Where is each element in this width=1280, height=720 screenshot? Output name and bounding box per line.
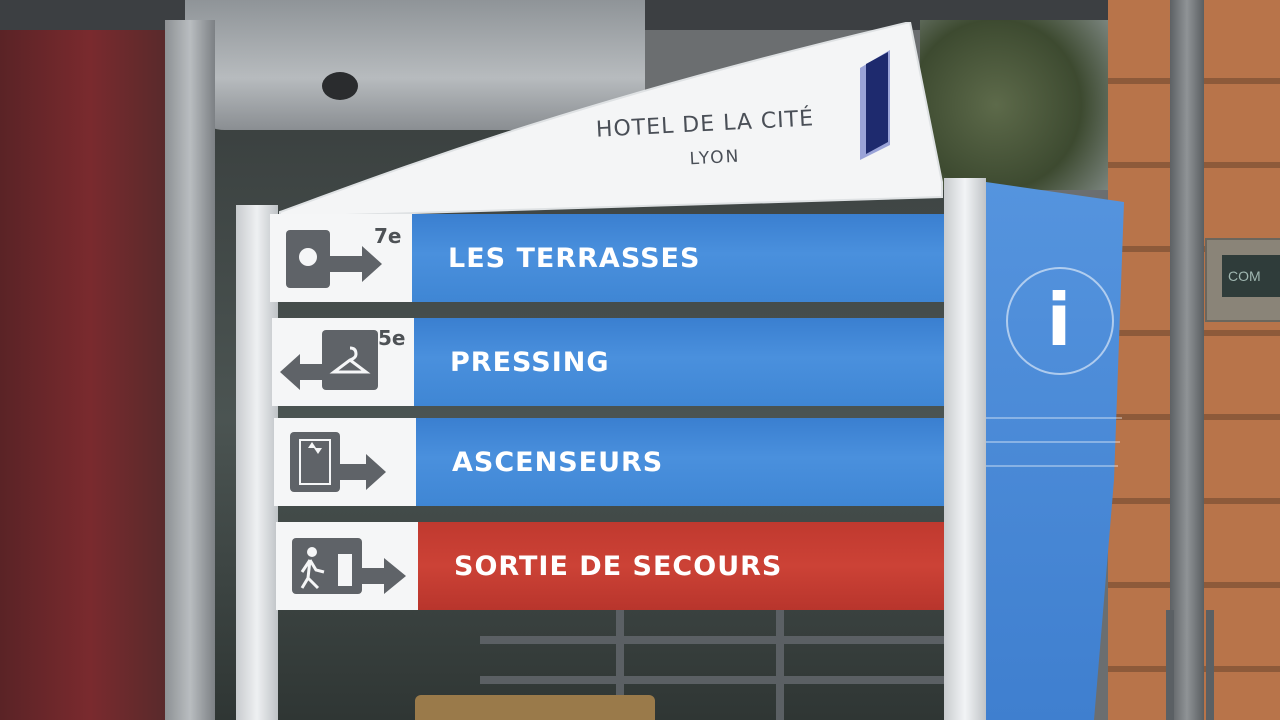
- wall-plaque-text: COM: [1222, 255, 1280, 297]
- sign-row-ascenseurs: ASCENSEURS: [274, 418, 944, 506]
- sign-label: ASCENSEURS: [452, 446, 664, 478]
- sign-label: LES TERRASSES: [448, 242, 701, 274]
- sign-label-panel: ASCENSEURS: [416, 418, 944, 506]
- sign-row-sortie-de-secours: SORTIE DE SECOURS: [276, 522, 944, 610]
- sign-icon-panel: [274, 418, 418, 506]
- emergency-exit-arrow-right-icon: [292, 538, 406, 594]
- sign-label-panel: LES TERRASSES: [412, 214, 944, 302]
- floor-number: 5e: [378, 326, 406, 350]
- sign-label: PRESSING: [450, 346, 610, 378]
- door-frame: [165, 20, 215, 720]
- info-icon: i: [1046, 278, 1072, 362]
- planter: [415, 695, 655, 720]
- info-panel: [986, 182, 1124, 720]
- sign-post-right: [944, 178, 986, 720]
- elevator-arrow-right-icon: [290, 432, 386, 492]
- sign-icon-panel: 7e: [270, 214, 414, 302]
- sign-row-pressing: 5e PRESSING: [272, 318, 944, 406]
- hotel-logo-icon: [860, 50, 890, 160]
- sign-label-panel: PRESSING: [414, 318, 944, 406]
- sign-icon-panel: 5e: [272, 318, 416, 406]
- sign-icon-panel: [276, 522, 420, 610]
- sign-label: SORTIE DE SECOURS: [454, 550, 783, 582]
- floor-number: 7e: [374, 224, 402, 248]
- sign-label-panel: SORTIE DE SECOURS: [418, 522, 944, 610]
- sign-row-terrasses: 7e LES TERRASSES: [270, 214, 944, 302]
